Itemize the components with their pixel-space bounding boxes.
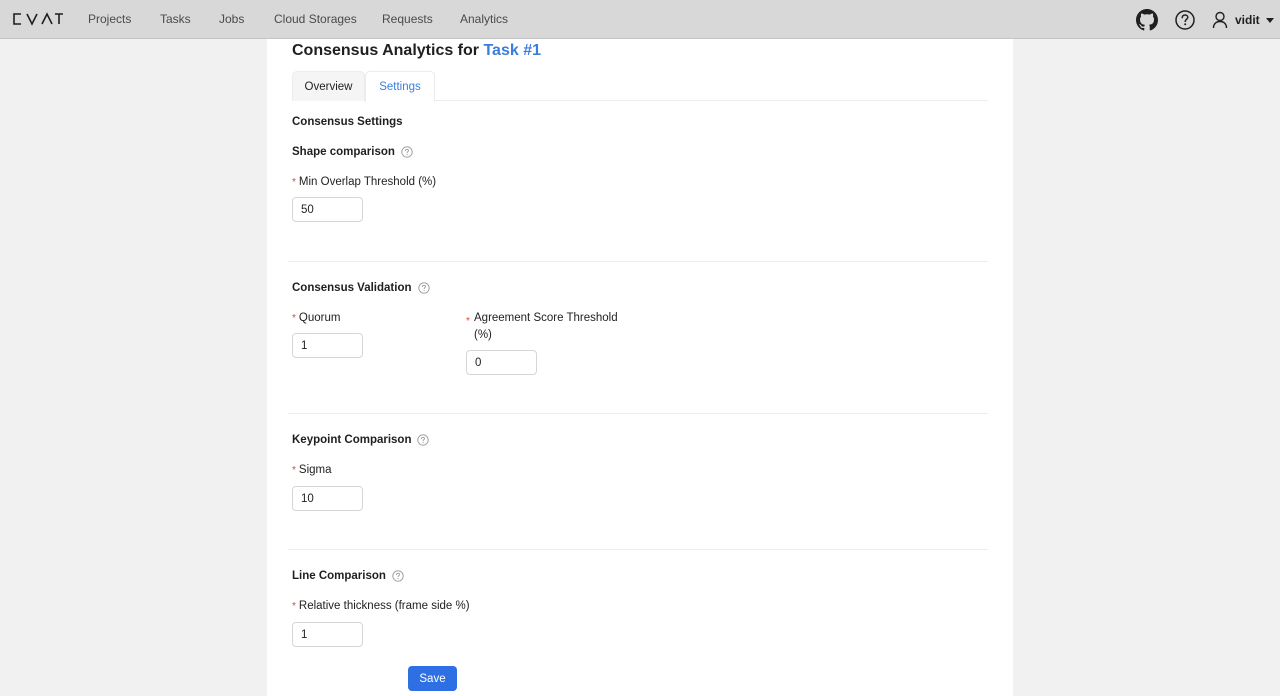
quorum-input[interactable] xyxy=(292,333,363,358)
question-circle-icon[interactable] xyxy=(392,570,404,582)
tab-bar: Overview Settings xyxy=(292,71,988,102)
chevron-down-icon xyxy=(1265,17,1274,23)
save-button[interactable]: Save xyxy=(408,666,457,691)
consensus-validation-label: Consensus Validation xyxy=(292,282,412,294)
relative-thickness-input[interactable] xyxy=(292,622,363,647)
required-marker: * xyxy=(292,313,296,324)
user-icon xyxy=(1212,11,1228,29)
shape-comparison-heading: Shape comparison xyxy=(292,146,413,158)
agreement-score-label: * Agreement Score Threshold (%) xyxy=(466,312,618,341)
nav-tasks[interactable]: Tasks xyxy=(160,12,191,26)
nav-analytics[interactable]: Analytics xyxy=(460,12,508,26)
nav-projects[interactable]: Projects xyxy=(88,12,131,26)
required-marker: * xyxy=(292,177,296,188)
sigma-input[interactable] xyxy=(292,486,363,511)
required-marker: * xyxy=(466,316,470,327)
min-overlap-input[interactable] xyxy=(292,197,363,222)
section-divider xyxy=(288,261,988,262)
tab-settings[interactable]: Settings xyxy=(365,71,435,102)
keypoint-comparison-label: Keypoint Comparison xyxy=(292,434,412,446)
page-title: Consensus Analytics for Task #1 xyxy=(292,42,541,60)
help-circle-icon[interactable] xyxy=(1174,9,1196,31)
agreement-score-input[interactable] xyxy=(466,350,537,375)
sigma-label: * Sigma xyxy=(292,464,332,476)
consensus-analytics-card: Consensus Analytics for Task #1 Overview… xyxy=(267,39,1013,696)
user-name: vidit xyxy=(1235,13,1260,27)
top-header: Projects Tasks Jobs Cloud Storages Reque… xyxy=(0,0,1280,39)
nav-cloud-storages[interactable]: Cloud Storages xyxy=(274,12,357,26)
nav-jobs[interactable]: Jobs xyxy=(219,12,244,26)
min-overlap-label: * Min Overlap Threshold (%) xyxy=(292,176,437,188)
question-circle-icon[interactable] xyxy=(401,146,413,158)
question-circle-icon[interactable] xyxy=(417,282,430,294)
required-marker: * xyxy=(292,465,296,476)
section-divider xyxy=(288,549,988,550)
consensus-settings-heading: Consensus Settings xyxy=(292,116,403,128)
consensus-validation-heading: Consensus Validation xyxy=(292,282,430,294)
required-marker: * xyxy=(292,601,296,612)
line-comparison-heading: Line Comparison xyxy=(292,570,404,582)
cvat-logo[interactable] xyxy=(12,11,64,27)
line-comparison-label: Line Comparison xyxy=(292,570,386,582)
section-divider xyxy=(288,413,988,414)
page-title-prefix: Consensus Analytics for xyxy=(292,42,480,59)
quorum-label: * Quorum xyxy=(292,312,341,324)
tab-overview[interactable]: Overview xyxy=(292,71,365,101)
question-circle-icon[interactable] xyxy=(417,434,430,446)
nav-requests[interactable]: Requests xyxy=(382,12,433,26)
relative-thickness-label: * Relative thickness (frame side %) xyxy=(292,600,470,612)
github-icon[interactable] xyxy=(1136,9,1158,31)
user-menu[interactable]: vidit xyxy=(1212,9,1274,31)
task-link[interactable]: Task #1 xyxy=(483,42,541,59)
shape-comparison-label: Shape comparison xyxy=(292,146,395,158)
keypoint-comparison-heading: Keypoint Comparison xyxy=(292,434,430,446)
